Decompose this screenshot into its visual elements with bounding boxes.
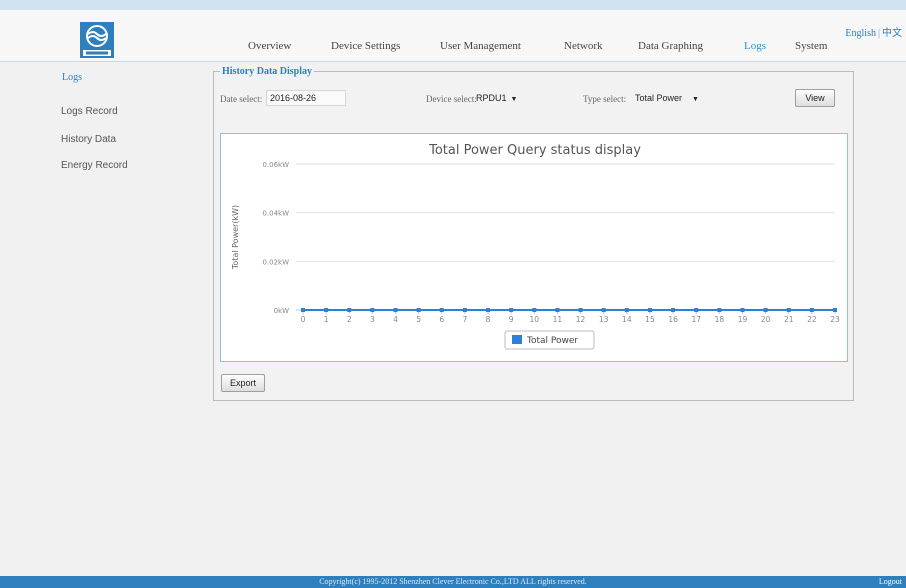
date-select-label: Date select: bbox=[220, 94, 263, 104]
date-input[interactable]: 2016-08-26 bbox=[266, 90, 346, 106]
logout-link[interactable]: Logout bbox=[879, 577, 902, 586]
legend-label: Total Power bbox=[526, 336, 578, 346]
device-select[interactable]: RPDU1 ▼ bbox=[476, 93, 517, 103]
legend-swatch bbox=[512, 335, 522, 344]
x-tick-label: 3 bbox=[370, 315, 375, 324]
data-point bbox=[347, 308, 352, 312]
history-data-panel: History Data Display Date select: 2016-0… bbox=[213, 66, 854, 401]
type-select[interactable]: Total Power ▼ bbox=[635, 93, 699, 103]
dropdown-caret-icon: ▼ bbox=[510, 96, 518, 103]
x-tick-label: 17 bbox=[691, 315, 701, 324]
nav-device-settings[interactable]: Device Settings bbox=[331, 40, 400, 52]
nav-system[interactable]: System bbox=[795, 40, 827, 52]
x-tick-label: 23 bbox=[830, 315, 840, 324]
nav-overview[interactable]: Overview bbox=[248, 40, 291, 52]
data-point bbox=[809, 308, 814, 312]
panel-title: History Data Display bbox=[220, 66, 314, 77]
nav-network[interactable]: Network bbox=[564, 40, 603, 52]
data-point bbox=[833, 308, 837, 312]
y-tick-label: 0.06kW bbox=[262, 161, 289, 169]
x-tick-label: 8 bbox=[486, 315, 491, 324]
x-tick-label: 4 bbox=[393, 315, 398, 324]
lang-english-link[interactable]: English bbox=[845, 28, 876, 39]
data-point bbox=[717, 308, 722, 312]
y-tick-label: 0.04kW bbox=[262, 210, 289, 218]
data-point bbox=[624, 308, 629, 312]
x-tick-label: 15 bbox=[645, 315, 655, 324]
data-point bbox=[509, 308, 514, 312]
total-power-chart: Total Power Query status display Total Po… bbox=[231, 143, 840, 350]
data-point bbox=[578, 308, 583, 312]
x-tick-label: 18 bbox=[715, 315, 725, 324]
data-point bbox=[324, 308, 329, 312]
device-select-value: RPDU1 bbox=[476, 93, 507, 103]
sidebar-item-logs-record[interactable]: Logs Record bbox=[61, 106, 118, 117]
x-tick-label: 22 bbox=[807, 315, 817, 324]
x-tick-label: 0 bbox=[301, 315, 306, 324]
data-point bbox=[486, 308, 491, 312]
device-select-label: Device select: bbox=[426, 94, 477, 104]
dropdown-caret-icon: ▼ bbox=[692, 96, 699, 103]
lang-chinese-link[interactable]: 中文 bbox=[882, 28, 902, 39]
data-point bbox=[370, 308, 375, 312]
x-tick-label: 21 bbox=[784, 315, 794, 324]
data-point bbox=[301, 308, 305, 312]
x-tick-label: 19 bbox=[738, 315, 748, 324]
x-tick-label: 10 bbox=[530, 315, 540, 324]
sidebar-item-energy-record[interactable]: Energy Record bbox=[61, 160, 128, 171]
data-point bbox=[439, 308, 444, 312]
x-tick-label: 20 bbox=[761, 315, 771, 324]
x-tick-label: 9 bbox=[509, 315, 514, 324]
data-point bbox=[393, 308, 398, 312]
x-tick-label: 5 bbox=[416, 315, 421, 324]
data-point bbox=[694, 308, 699, 312]
header: English | 中文 Overview Device Settings User… bbox=[0, 10, 906, 62]
lang-separator: | bbox=[877, 28, 880, 39]
data-point bbox=[786, 308, 791, 312]
data-point bbox=[532, 308, 537, 312]
y-axis-label: Total Power(kW) bbox=[231, 205, 240, 270]
language-switcher: English | 中文 bbox=[845, 24, 902, 39]
sidebar-item-history-data[interactable]: History Data bbox=[61, 134, 116, 145]
nav-data-graphing[interactable]: Data Graphing bbox=[638, 40, 703, 52]
data-point bbox=[416, 308, 421, 312]
data-point bbox=[647, 308, 652, 312]
x-tick-label: 16 bbox=[668, 315, 678, 324]
x-tick-label: 2 bbox=[347, 315, 352, 324]
chart-container: Total Power Query status display Total Po… bbox=[220, 133, 848, 362]
nav-user-management[interactable]: User Management bbox=[440, 40, 521, 52]
x-tick-label: 7 bbox=[463, 315, 468, 324]
x-tick-label: 13 bbox=[599, 315, 609, 324]
data-point bbox=[740, 308, 745, 312]
type-select-label: Type select: bbox=[583, 94, 627, 104]
view-button[interactable]: View bbox=[795, 89, 835, 107]
data-point bbox=[601, 308, 606, 312]
data-point bbox=[763, 308, 768, 312]
x-tick-label: 14 bbox=[622, 315, 632, 324]
copyright-text: Copyright(c) 1995-2012 Shenzhen Clever E… bbox=[319, 577, 587, 586]
x-tick-label: 1 bbox=[324, 315, 329, 324]
y-tick-label: 0.02kW bbox=[262, 258, 289, 266]
x-tick-label: 12 bbox=[576, 315, 586, 324]
nav-logs[interactable]: Logs bbox=[744, 40, 766, 52]
y-tick-label: 0kW bbox=[274, 307, 290, 315]
top-accent-bar bbox=[0, 0, 906, 10]
sidebar-title: Logs bbox=[62, 72, 82, 83]
main-nav: Overview Device Settings User Management… bbox=[0, 40, 906, 60]
chart-title: Total Power Query status display bbox=[428, 143, 641, 158]
data-point bbox=[555, 308, 560, 312]
data-point bbox=[462, 308, 467, 312]
export-button[interactable]: Export bbox=[221, 374, 265, 392]
footer: Copyright(c) 1995-2012 Shenzhen Clever E… bbox=[0, 576, 906, 588]
x-tick-label: 11 bbox=[553, 315, 563, 324]
sidebar: Logs Logs Record History Data Energy Rec… bbox=[0, 62, 200, 576]
type-select-value: Total Power bbox=[635, 93, 683, 103]
x-tick-label: 6 bbox=[439, 315, 444, 324]
data-point bbox=[671, 308, 676, 312]
